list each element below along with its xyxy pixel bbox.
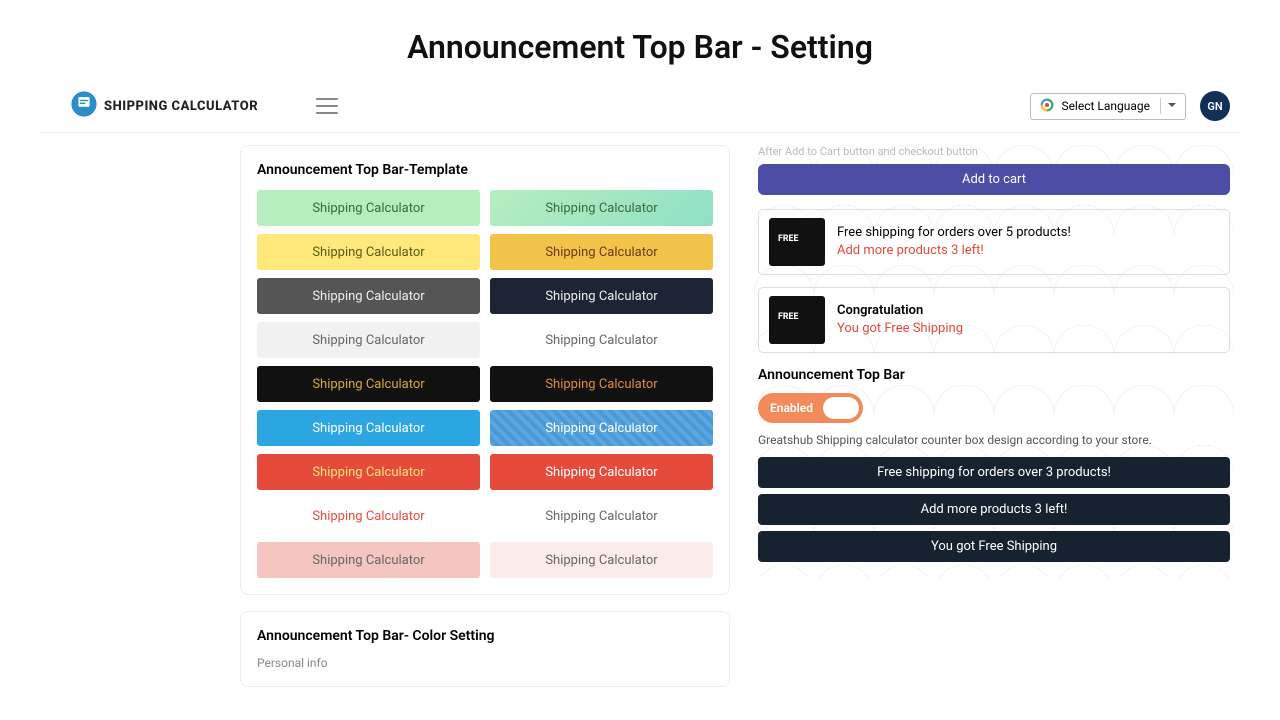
template-option[interactable]: Shipping Calculator: [257, 190, 480, 226]
user-avatar[interactable]: GN: [1200, 91, 1230, 121]
template-option[interactable]: Shipping Calculator: [490, 234, 713, 270]
template-card: Announcement Top Bar-Template Shipping C…: [240, 145, 730, 595]
congrats-line2: You got Free Shipping: [837, 320, 963, 338]
language-label: Select Language: [1061, 99, 1150, 113]
template-option[interactable]: Shipping Calculator: [490, 366, 713, 402]
page-title: Announcement Top Bar - Setting: [0, 0, 1280, 84]
template-option[interactable]: Shipping Calculator: [257, 542, 480, 578]
template-option[interactable]: Shipping Calculator: [490, 322, 713, 358]
template-card-title: Announcement Top Bar-Template: [257, 162, 713, 178]
toggle-label: Enabled: [770, 401, 813, 415]
add-to-cart-button[interactable]: Add to cart: [758, 164, 1230, 195]
template-option[interactable]: Shipping Calculator: [257, 322, 480, 358]
template-option[interactable]: Shipping Calculator: [490, 454, 713, 490]
template-option[interactable]: Shipping Calculator: [490, 410, 713, 446]
color-card-subtitle: Personal info: [257, 656, 713, 670]
shipping-line1: Free shipping for orders over 5 products…: [837, 224, 1071, 242]
preview-panel: After Add to Cart button and checkout bu…: [754, 145, 1234, 578]
template-option[interactable]: Shipping Calculator: [257, 366, 480, 402]
svg-text:FREE: FREE: [778, 234, 798, 244]
template-option[interactable]: Shipping Calculator: [257, 454, 480, 490]
svg-text:FREE: FREE: [778, 312, 798, 322]
color-setting-card: Announcement Top Bar- Color Setting Pers…: [240, 611, 730, 687]
announcement-section-title: Announcement Top Bar: [758, 367, 1230, 383]
language-selector[interactable]: Select Language: [1030, 93, 1186, 120]
app-logo: Shipping Calculator: [50, 90, 258, 122]
enable-toggle[interactable]: Enabled: [758, 393, 863, 423]
free-truck-icon: FREE: [769, 218, 825, 266]
color-card-title: Announcement Top Bar- Color Setting: [257, 628, 713, 644]
google-translate-icon: [1039, 97, 1055, 116]
chevron-down-icon: [1167, 99, 1177, 113]
toggle-knob: [823, 397, 859, 419]
free-truck-icon: FREE: [769, 296, 825, 344]
topbar: Shipping Calculator Select Language GN: [40, 84, 1240, 133]
announcement-bar-preview: Free shipping for orders over 3 products…: [758, 457, 1230, 488]
announcement-bar-preview: You got Free Shipping: [758, 531, 1230, 562]
template-option[interactable]: Shipping Calculator: [257, 278, 480, 314]
logo-icon: [70, 90, 98, 122]
announcement-bar-preview: Add more products 3 left!: [758, 494, 1230, 525]
template-option[interactable]: Shipping Calculator: [257, 498, 480, 534]
shipping-info-box: FREE Free shipping for orders over 5 pro…: [758, 209, 1230, 275]
template-option[interactable]: Shipping Calculator: [490, 278, 713, 314]
preview-hint: After Add to Cart button and checkout bu…: [758, 145, 1230, 158]
toggle-description: Greatshub Shipping calculator counter bo…: [758, 433, 1230, 447]
logo-text: Shipping Calculator: [104, 99, 258, 114]
template-option[interactable]: Shipping Calculator: [490, 498, 713, 534]
template-option[interactable]: Shipping Calculator: [257, 234, 480, 270]
template-option[interactable]: Shipping Calculator: [257, 410, 480, 446]
shipping-success-box: FREE Congratulation You got Free Shippin…: [758, 287, 1230, 353]
menu-toggle-icon[interactable]: [316, 98, 338, 114]
template-option[interactable]: Shipping Calculator: [490, 542, 713, 578]
congrats-line1: Congratulation: [837, 302, 963, 320]
template-option[interactable]: Shipping Calculator: [490, 190, 713, 226]
shipping-line2: Add more products 3 left!: [837, 242, 1071, 260]
